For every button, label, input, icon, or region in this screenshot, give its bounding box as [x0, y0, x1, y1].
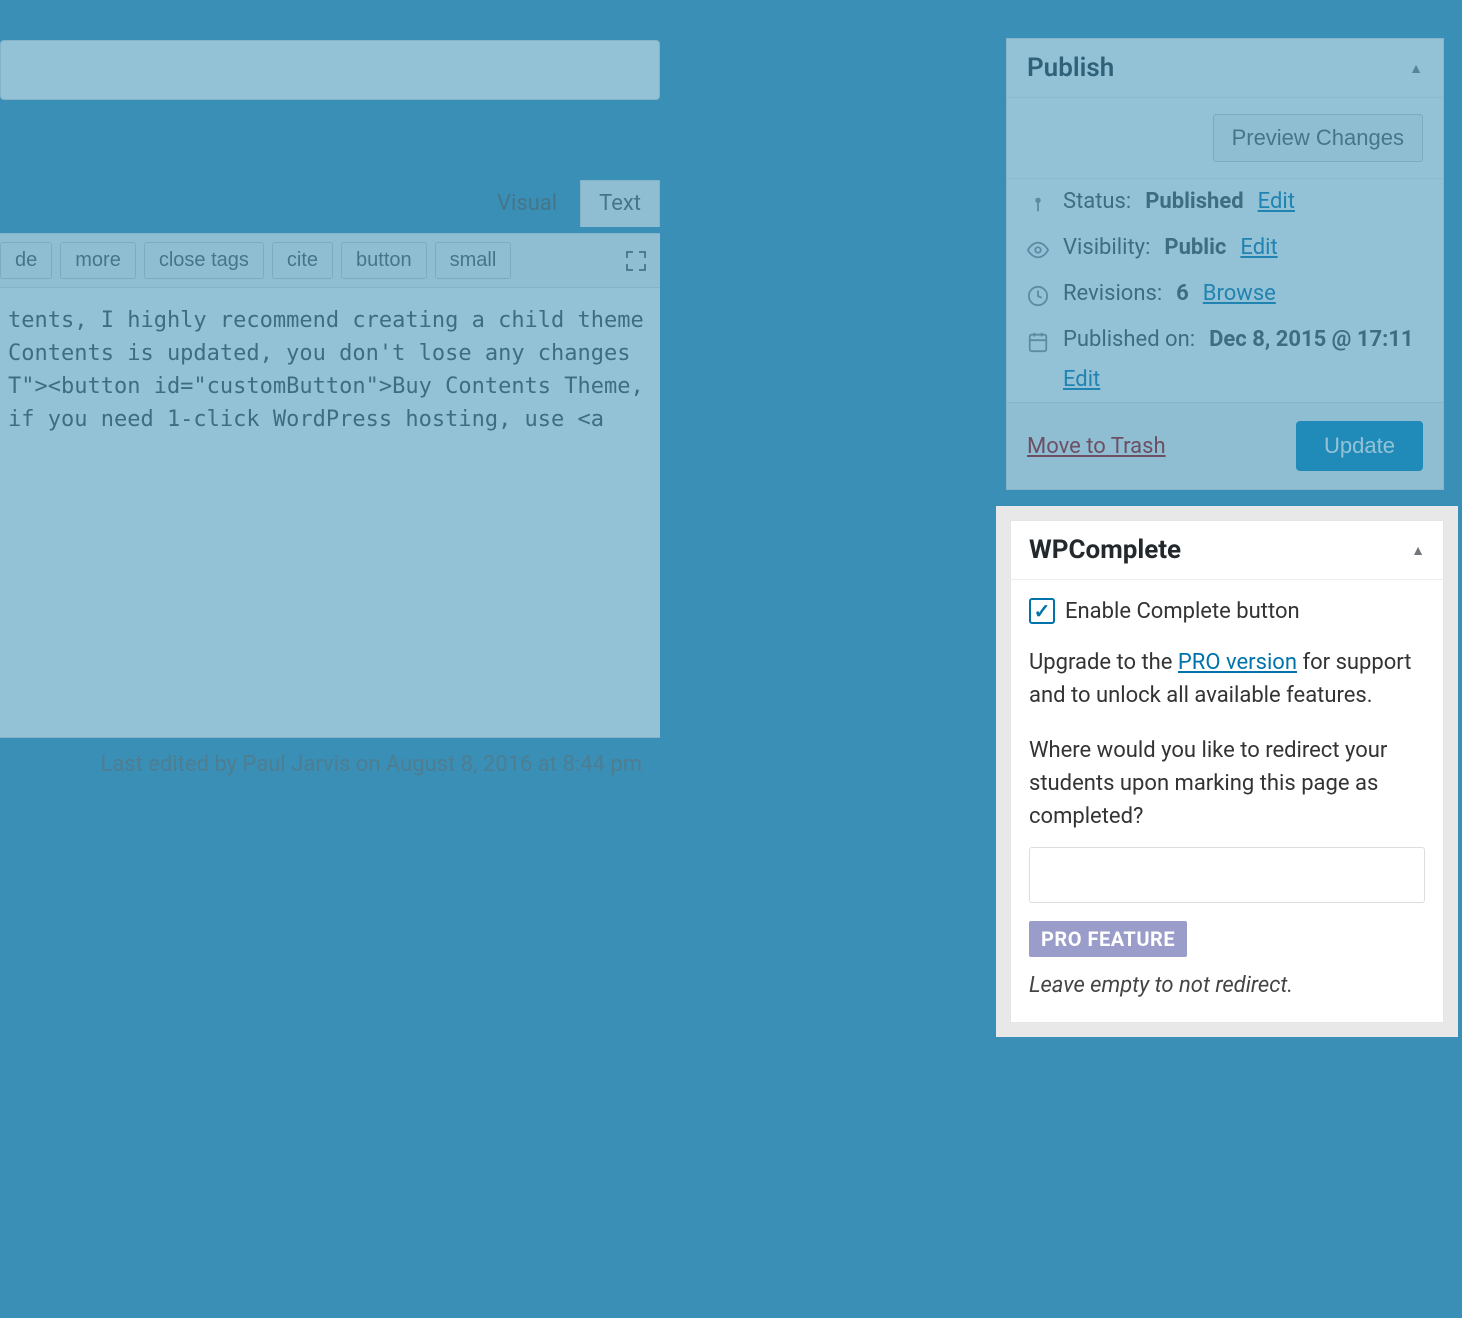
enable-complete-label: Enable Complete button: [1065, 599, 1300, 624]
clock-icon: [1027, 285, 1049, 307]
toolbar-cite-button[interactable]: cite: [272, 242, 333, 279]
tab-visual[interactable]: Visual: [478, 180, 576, 227]
pin-icon: [1027, 193, 1049, 215]
revisions-browse-link[interactable]: Browse: [1203, 281, 1276, 306]
caret-up-icon: ▲: [1411, 542, 1425, 559]
published-edit-link[interactable]: Edit: [1063, 367, 1423, 392]
redirect-url-input[interactable]: [1029, 847, 1425, 903]
redirect-hint: Leave empty to not redirect.: [1029, 973, 1425, 998]
publish-panel: Publish ▲ Preview Changes Status: Publis…: [1006, 38, 1444, 490]
editor-toolbar: de more close tags cite button small: [0, 233, 660, 288]
redirect-question: Where would you like to redirect your st…: [1029, 734, 1425, 833]
code-line: if you need 1-click WordPress hosting, u…: [8, 403, 652, 436]
calendar-icon: [1027, 331, 1049, 353]
status-label: Status:: [1063, 189, 1131, 214]
status-edit-link[interactable]: Edit: [1258, 189, 1295, 214]
code-line: Contents is updated, you don't lose any …: [8, 337, 652, 370]
toolbar-de-button[interactable]: de: [0, 242, 52, 279]
editor-area: Visual Text de more close tags cite butt…: [0, 40, 660, 840]
toolbar-button-button[interactable]: button: [341, 242, 427, 279]
wpcomplete-panel-header[interactable]: WPComplete ▲: [1011, 521, 1443, 580]
move-to-trash-link[interactable]: Move to Trash: [1027, 434, 1166, 459]
toolbar-close-tags-button[interactable]: close tags: [144, 242, 264, 279]
pro-version-link[interactable]: PRO version: [1178, 650, 1297, 675]
tab-text[interactable]: Text: [580, 180, 660, 227]
code-line: tents, I highly recommend creating a chi…: [8, 304, 652, 337]
publish-title: Publish: [1027, 53, 1114, 83]
status-value: Published: [1145, 189, 1243, 214]
toolbar-small-button[interactable]: small: [435, 242, 512, 279]
preview-changes-button[interactable]: Preview Changes: [1213, 114, 1423, 162]
eye-icon: [1027, 239, 1049, 261]
published-on-label: Published on:: [1063, 327, 1195, 352]
wpcomplete-panel: WPComplete ▲ ✓ Enable Complete button Up…: [1010, 520, 1444, 1023]
update-button[interactable]: Update: [1296, 421, 1423, 471]
toolbar-more-button[interactable]: more: [60, 242, 136, 279]
last-edited-text: Last edited by Paul Jarvis on August 8, …: [0, 738, 660, 791]
revisions-value: 6: [1176, 281, 1189, 306]
visibility-edit-link[interactable]: Edit: [1240, 235, 1277, 260]
wpcomplete-title: WPComplete: [1029, 535, 1181, 565]
wpcomplete-highlight: WPComplete ▲ ✓ Enable Complete button Up…: [996, 506, 1458, 1037]
pro-feature-badge: PRO FEATURE: [1029, 921, 1187, 957]
upgrade-text: Upgrade to the PRO version for support a…: [1029, 646, 1425, 712]
publish-panel-header[interactable]: Publish ▲: [1007, 39, 1443, 98]
revisions-label: Revisions:: [1063, 281, 1162, 306]
editor-tabs: Visual Text: [0, 180, 660, 227]
code-editor[interactable]: tents, I highly recommend creating a chi…: [0, 288, 660, 738]
fullscreen-icon[interactable]: [624, 249, 648, 273]
code-line: T"><button id="customButton">Buy Content…: [8, 370, 652, 403]
sidebar: Publish ▲ Preview Changes Status: Publis…: [1006, 38, 1444, 520]
published-on-value: Dec 8, 2015 @ 17:11: [1209, 327, 1413, 352]
post-title-input[interactable]: [0, 40, 660, 100]
enable-complete-checkbox[interactable]: ✓: [1029, 598, 1055, 624]
caret-up-icon: ▲: [1409, 60, 1423, 77]
visibility-label: Visibility:: [1063, 235, 1150, 260]
visibility-value: Public: [1164, 235, 1226, 260]
upgrade-prefix: Upgrade to the: [1029, 650, 1178, 675]
